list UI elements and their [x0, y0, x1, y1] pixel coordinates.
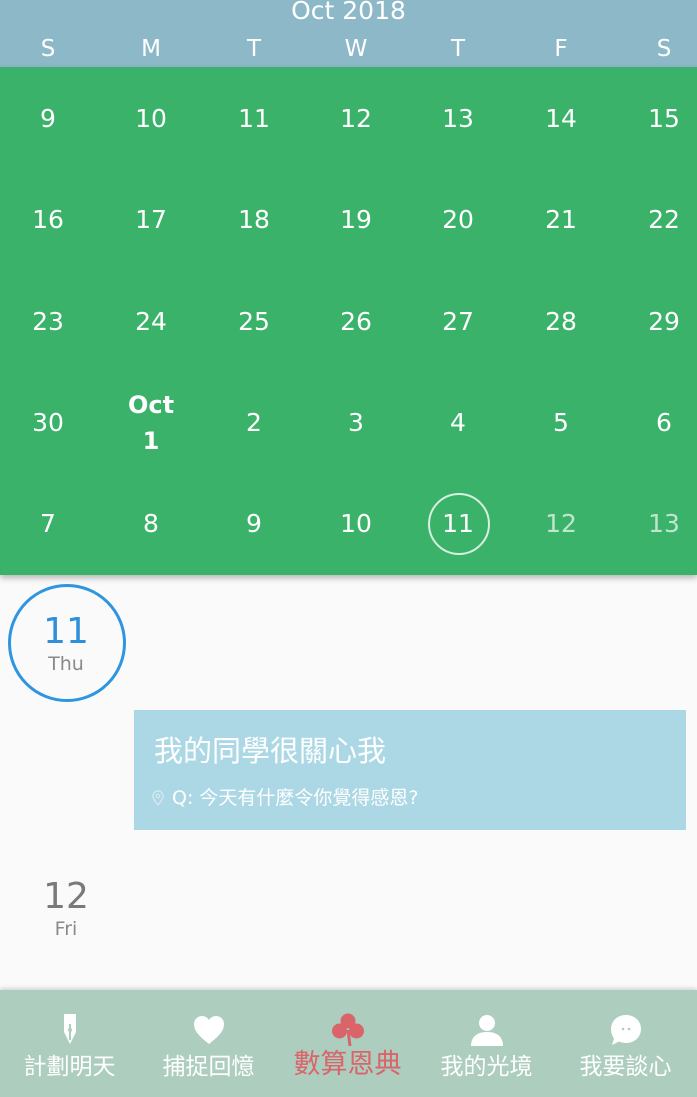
nav-label: 我要談心 [579, 1054, 672, 1080]
nav-item-plan[interactable]: 計劃明天 [0, 990, 139, 1097]
day-cell[interactable]: 6 [619, 408, 697, 438]
weekday-label: T [450, 36, 466, 62]
nav-label: 數算恩典 [293, 1049, 402, 1080]
entry-title: 我的同學很關心我 [154, 734, 387, 768]
date-weekday: Thu [48, 653, 84, 675]
month-start-label: Oct [127, 391, 175, 419]
day-cell[interactable]: 9 [209, 509, 299, 539]
nav-label: 計劃明天 [23, 1054, 116, 1080]
day-cell[interactable]: 17 [106, 205, 196, 235]
date-number: 11 [43, 611, 89, 652]
weekday-label: M [141, 36, 161, 62]
day-cell[interactable]: 14 [516, 104, 606, 134]
entry-prompt: Q: 今天有什麼令你覺得感恩? [152, 786, 418, 810]
day-cell[interactable]: 13 [413, 104, 503, 134]
chat-bubble-icon [610, 1015, 641, 1045]
day-cell[interactable]: 25 [209, 307, 299, 337]
day-cell[interactable]: 27 [413, 307, 503, 337]
person-icon [470, 1015, 503, 1046]
month-start-day: 1 [142, 427, 160, 455]
nav-item-memories[interactable]: 捕捉回憶 [139, 990, 278, 1097]
location-pin-icon [152, 790, 164, 806]
day-cell[interactable]: 3 [311, 408, 401, 438]
day-cell[interactable]: 16 [3, 205, 93, 235]
month-title[interactable]: Oct 2018 [0, 0, 697, 26]
calendar-grid: 9 10 11 12 13 14 15 16 17 18 19 20 21 22… [0, 67, 697, 575]
clover-icon [331, 1013, 364, 1047]
day-cell[interactable]: 11 [209, 104, 299, 134]
day-cell[interactable]: 4 [413, 408, 503, 438]
pen-icon [63, 1014, 76, 1044]
day-cell-future[interactable]: 13 [619, 509, 697, 539]
date-weekday: Fri [54, 918, 78, 940]
weekday-label: F [554, 36, 568, 62]
date-badge-selected[interactable]: 11 Thu [11, 612, 121, 676]
day-cell-future[interactable]: 12 [516, 509, 606, 539]
day-cell[interactable]: 22 [619, 205, 697, 235]
day-cell[interactable]: 2 [209, 408, 299, 438]
day-cell[interactable]: 5 [516, 408, 606, 438]
calendar-header: Oct 2018 S M T W T F S [0, 0, 697, 67]
day-cell[interactable]: 29 [619, 307, 697, 337]
weekday-label: S [40, 36, 56, 62]
day-cell[interactable]: 20 [413, 205, 503, 235]
day-cell[interactable]: 8 [106, 509, 196, 539]
heart-icon [193, 1016, 224, 1044]
day-cell[interactable]: 9 [3, 104, 93, 134]
nav-item-gratitude[interactable]: 數算恩典 [278, 990, 417, 1097]
day-cell[interactable]: 12 [311, 104, 401, 134]
date-number: 12 [43, 876, 89, 917]
entry-prompt-text: Q: 今天有什麼令你覺得感恩? [172, 787, 419, 809]
nav-item-chat[interactable]: 我要談心 [556, 990, 695, 1097]
day-cell[interactable]: 10 [106, 104, 196, 134]
date-badge[interactable]: 12 Fri [11, 877, 121, 941]
day-cell[interactable]: 24 [106, 307, 196, 337]
day-cell[interactable]: 26 [311, 307, 401, 337]
gratitude-entry-card[interactable]: 我的同學很關心我 Q: 今天有什麼令你覺得感恩? [134, 710, 686, 830]
day-cell[interactable]: 30 [3, 408, 93, 438]
day-cell[interactable]: 7 [3, 509, 93, 539]
day-cell-month-start[interactable]: Oct 1 [106, 387, 196, 459]
day-cell[interactable]: 23 [3, 307, 93, 337]
day-cell[interactable]: 28 [516, 307, 606, 337]
day-cell-today[interactable]: 11 [413, 509, 503, 539]
nav-item-profile[interactable]: 我的光境 [417, 990, 556, 1097]
day-cell[interactable]: 15 [619, 104, 697, 134]
weekday-label: W [344, 36, 368, 62]
nav-label: 捕捉回憶 [162, 1054, 255, 1080]
bottom-nav: 計劃明天 捕捉回憶 數算恩典 我的光境 我要談心 [0, 990, 697, 1097]
day-cell[interactable]: 10 [311, 509, 401, 539]
weekday-label: S [656, 36, 672, 62]
day-cell[interactable]: 19 [311, 205, 401, 235]
day-cell[interactable]: 21 [516, 205, 606, 235]
nav-label: 我的光境 [440, 1054, 533, 1080]
weekday-label: T [246, 36, 262, 62]
day-cell[interactable]: 18 [209, 205, 299, 235]
